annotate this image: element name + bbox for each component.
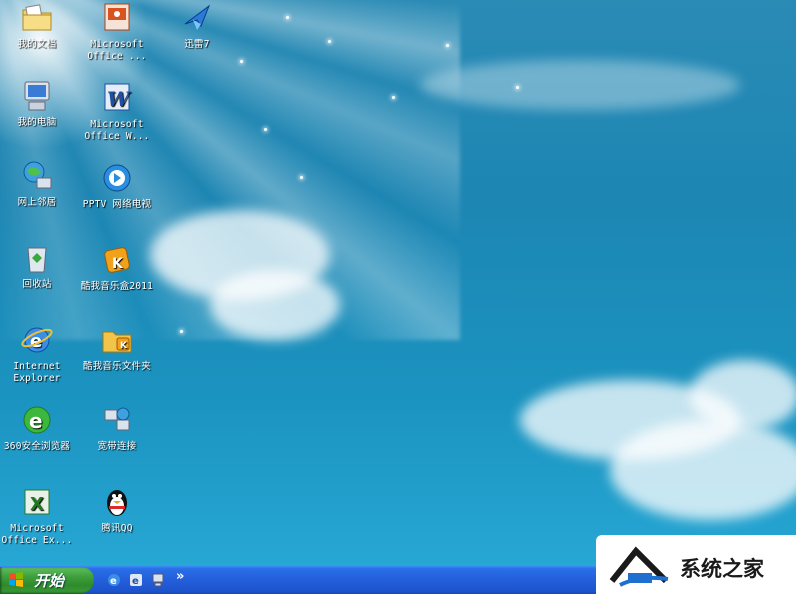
icon-label: Internet Explorer	[13, 361, 61, 384]
desktop-icon-broadband[interactable]: 宽带连接	[80, 402, 154, 453]
sparkle	[240, 60, 243, 63]
quick-launch-internet-explorer-icon[interactable]: e	[106, 572, 122, 588]
desktop-icon-word[interactable]: W Microsoft Office W...	[80, 80, 154, 143]
desktop-icon-powerpoint[interactable]: Microsoft Office ...	[80, 0, 154, 63]
svg-text:K: K	[112, 256, 124, 272]
windows-logo-icon	[8, 572, 24, 588]
icon-label: Microsoft Office Ex...	[1, 523, 73, 546]
desktop-icon-network-places[interactable]: 网上邻居	[0, 158, 74, 209]
icon-label: Microsoft Office W...	[84, 119, 150, 142]
sparkle	[392, 96, 395, 99]
icon-label: 腾讯QQ	[101, 523, 133, 534]
svg-text:e: e	[132, 576, 139, 587]
quick-launch-show-desktop-icon[interactable]	[150, 572, 166, 588]
icon-label: 回收站	[22, 279, 52, 290]
network-globe-icon	[19, 158, 55, 194]
sparkle	[516, 86, 519, 89]
qq-penguin-icon	[99, 484, 135, 520]
svg-text:e: e	[110, 576, 117, 587]
watermark-logo: 系统之家	[596, 535, 796, 594]
watermark-text: 系统之家	[680, 557, 764, 581]
sparkle	[180, 330, 183, 333]
desktop-icon-recycle-bin[interactable]: 回收站	[0, 240, 74, 291]
folder-documents-icon	[19, 0, 55, 36]
powerpoint-icon	[99, 0, 135, 36]
desktop-icon-internet-explorer[interactable]: e Internet Explorer	[0, 322, 74, 385]
svg-text:W: W	[107, 87, 132, 111]
icon-label: PPTV 网络电视	[82, 199, 152, 210]
360-browser-icon: e	[19, 402, 55, 438]
icon-label: 酷我音乐盒2011	[80, 281, 154, 292]
word-icon: W	[99, 80, 135, 116]
music-folder-icon: K	[99, 322, 135, 358]
sparkle	[264, 128, 267, 131]
quick-launch-overflow-chevron[interactable]: »	[176, 569, 192, 585]
cloud	[420, 60, 740, 110]
desktop-icon-my-computer[interactable]: 我的电脑	[0, 78, 74, 129]
kuwo-music-icon: K	[99, 242, 135, 278]
svg-text:e: e	[29, 409, 43, 433]
desktop-icon-xunlei[interactable]: 迅雷7	[160, 0, 234, 51]
desktop-icon-pptv[interactable]: PPTV 网络电视	[80, 160, 154, 211]
cloud	[690, 360, 796, 430]
desktop-icon-qq[interactable]: 腾讯QQ	[80, 484, 154, 535]
xunlei-bird-icon	[179, 0, 215, 36]
svg-text:X: X	[30, 494, 44, 515]
desktop-icon-kuwo-folder[interactable]: K 酷我音乐文件夹	[80, 322, 154, 373]
recycle-bin-icon	[19, 240, 55, 276]
svg-text:K: K	[120, 341, 128, 351]
quick-launch-ie-alt-icon[interactable]: e	[128, 572, 144, 588]
desktop-icon-360-browser[interactable]: e 360安全浏览器	[0, 402, 74, 453]
internet-explorer-icon: e	[19, 322, 55, 358]
start-button[interactable]: 开始	[0, 567, 94, 593]
sparkle	[286, 16, 289, 19]
excel-icon: X	[19, 484, 55, 520]
desktop-icon-excel[interactable]: X Microsoft Office Ex...	[0, 484, 74, 547]
desktop[interactable]: 我的文档 我的电脑 网上邻居 回收站 e Internet Explorer e…	[0, 0, 796, 566]
icon-label: 宽带连接	[97, 441, 137, 452]
desktop-icon-my-documents[interactable]: 我的文档	[0, 0, 74, 51]
sparkle	[300, 176, 303, 179]
computer-icon	[19, 78, 55, 114]
icon-label: 酷我音乐文件夹	[83, 361, 151, 372]
pptv-icon	[99, 160, 135, 196]
house-logo-icon	[609, 546, 669, 587]
start-label: 开始	[34, 572, 65, 590]
cloud	[610, 420, 796, 520]
icon-label: Microsoft Office ...	[87, 39, 147, 62]
desktop-icon-kuwo-music[interactable]: K 酷我音乐盒2011	[80, 242, 154, 293]
cloud	[210, 270, 340, 340]
icon-label: 我的文档	[17, 39, 57, 50]
network-connection-icon	[99, 402, 135, 438]
sparkle	[446, 44, 449, 47]
sparkle	[328, 40, 331, 43]
icon-label: 360安全浏览器	[3, 441, 71, 452]
icon-label: 我的电脑	[17, 117, 57, 128]
icon-label: 迅雷7	[184, 39, 210, 50]
icon-label: 网上邻居	[17, 197, 57, 208]
